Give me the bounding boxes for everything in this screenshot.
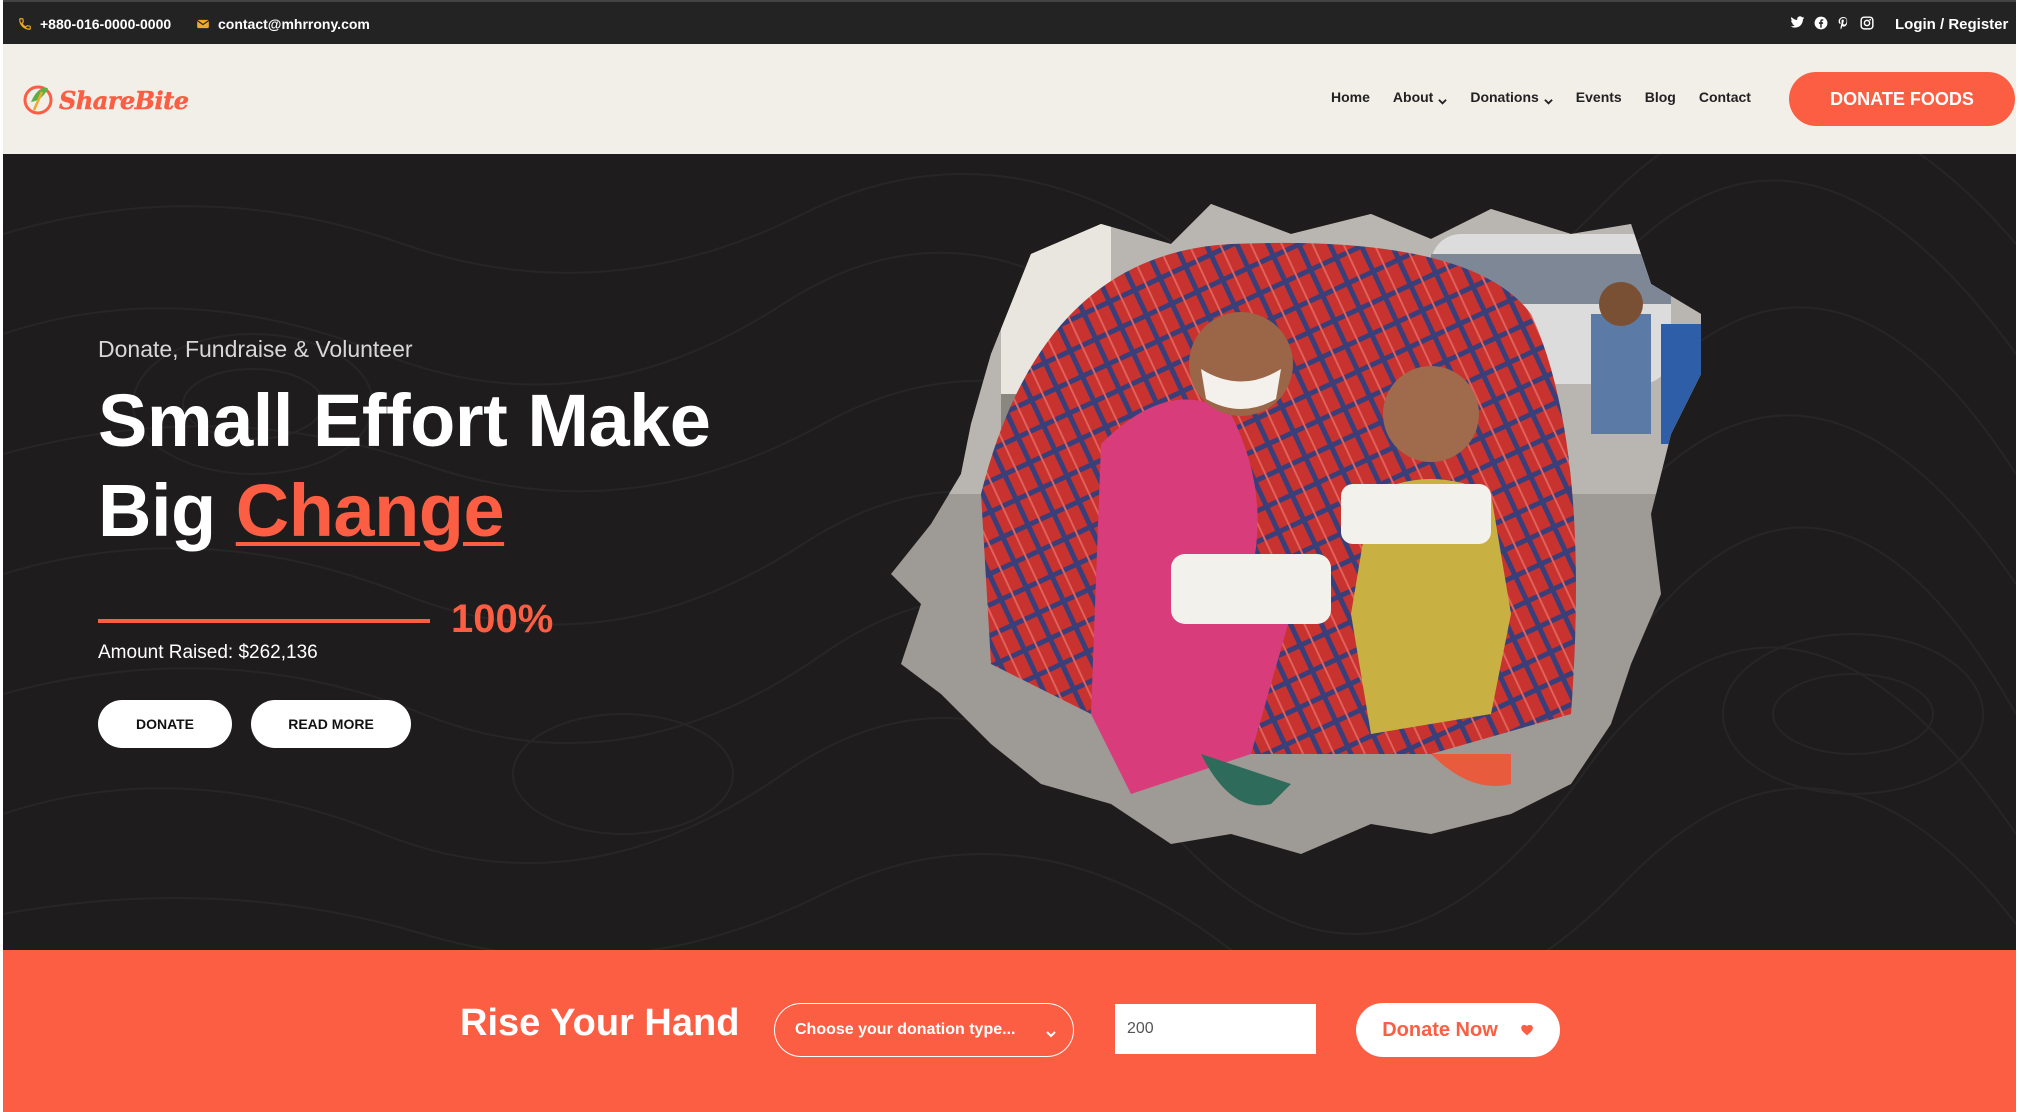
nav-events-label: Events — [1575, 89, 1622, 105]
hero-title-line2: Big Change — [98, 466, 710, 556]
donation-strip: Rise Your Hand Choose your donation type… — [3, 950, 2016, 1112]
facebook-icon[interactable] — [1813, 15, 1828, 30]
hero-section: Donate, Fundraise & Volunteer Small Effo… — [3, 154, 2016, 950]
hero-kicker: Donate, Fundraise & Volunteer — [98, 336, 413, 362]
logo-text: ShareBite — [59, 86, 190, 116]
instagram-icon[interactable] — [1859, 15, 1874, 30]
phone-icon — [18, 17, 32, 31]
nav-donations[interactable]: Donations — [1470, 89, 1553, 105]
nav-blog[interactable]: Blog — [1645, 89, 1676, 105]
nav-contact-label: Contact — [1698, 89, 1751, 105]
read-more-button[interactable]: READ MORE — [251, 700, 411, 748]
nav-home-label: Home — [1331, 89, 1370, 105]
top-bar: +880-016-0000-0000 contact@mhrrony.com L… — [3, 0, 2016, 44]
donate-foods-button[interactable]: DONATE FOODS — [1789, 72, 2015, 126]
email-address: contact@mhrrony.com — [218, 16, 370, 32]
donate-button[interactable]: DONATE — [98, 700, 232, 748]
chevron-down-icon — [1438, 93, 1448, 105]
hero-title-plain: Big — [98, 469, 216, 552]
pinterest-icon[interactable] — [1836, 15, 1851, 30]
nav-home[interactable]: Home — [1331, 89, 1370, 105]
progress-percent: 100% — [451, 597, 554, 641]
donate-now-button[interactable]: Donate Now — [1356, 1003, 1560, 1057]
donate-now-label: Donate Now — [1382, 1018, 1498, 1041]
donation-type-select[interactable]: Choose your donation type... — [774, 1003, 1074, 1057]
nav-blog-label: Blog — [1644, 89, 1676, 105]
site-logo[interactable]: ShareBite — [21, 80, 189, 121]
nav-events[interactable]: Events — [1576, 89, 1622, 105]
chevron-down-icon — [1544, 93, 1553, 105]
phone-number: +880-016-0000-0000 — [40, 16, 172, 32]
login-register-link[interactable]: Login / Register — [1895, 16, 2008, 33]
social-links — [1790, 15, 1874, 30]
phone-contact[interactable]: +880-016-0000-0000 — [18, 16, 171, 32]
donation-type-value: Choose your donation type... — [795, 1021, 1016, 1038]
fundraising-progress-bar — [98, 619, 430, 623]
nav-menu: Home About Donations Events Blog Contact — [1331, 89, 1774, 105]
nav-contact[interactable]: Contact — [1699, 89, 1751, 105]
envelope-icon — [196, 17, 210, 31]
hero-title-line1: Small Effort Make — [98, 379, 711, 462]
heart-icon — [1520, 1019, 1534, 1042]
progress-fill — [98, 619, 430, 623]
email-contact[interactable]: contact@mhrrony.com — [196, 16, 370, 32]
main-navbar: ShareBite Home About Donations Events Bl… — [3, 44, 2016, 154]
hero-photo — [871, 194, 1811, 874]
logo-mark-icon — [21, 80, 55, 121]
nav-donations-label: Donations — [1470, 89, 1539, 105]
hero-title: Small Effort Make Big Change — [98, 376, 711, 556]
nav-about-label: About — [1392, 89, 1434, 105]
donation-amount-input[interactable] — [1115, 1004, 1316, 1054]
page: +880-016-0000-0000 contact@mhrrony.com L… — [3, 0, 2016, 1112]
twitter-icon[interactable] — [1790, 15, 1805, 30]
hero-title-accent: Change — [235, 469, 505, 552]
nav-about[interactable]: About — [1392, 89, 1448, 105]
chevron-down-icon — [1046, 1026, 1056, 1038]
amount-raised: Amount Raised: $262,136 — [98, 642, 318, 663]
strip-title: Rise Your Hand — [460, 1002, 740, 1044]
